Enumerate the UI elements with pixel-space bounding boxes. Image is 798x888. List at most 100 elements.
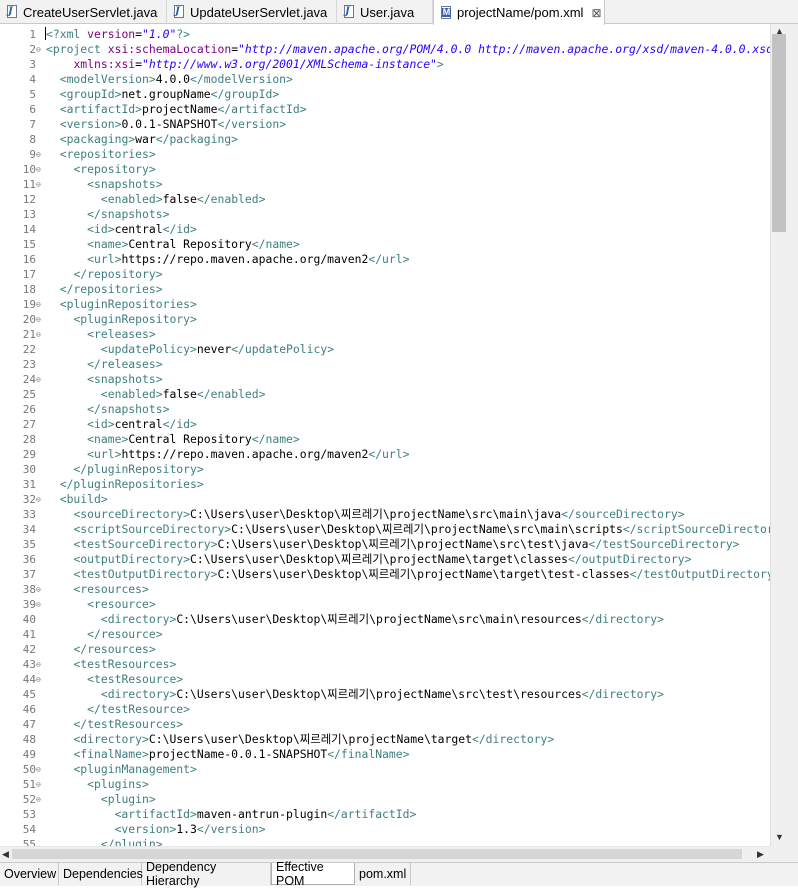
code-line[interactable]: </pluginRepositories> [46, 477, 204, 492]
code-line[interactable]: <testResources> [46, 657, 176, 672]
code-line[interactable]: <resource> [46, 597, 156, 612]
tab-dependencies[interactable]: Dependencies [59, 863, 143, 885]
code-line[interactable]: <groupId>net.groupName</groupId> [46, 87, 279, 102]
code-line[interactable]: <directory>C:\Users\user\Desktop\찌르레기\pr… [46, 687, 664, 702]
code-area[interactable]: <?xml version="1.0"?> <project xsi:schema… [44, 24, 770, 862]
code-line[interactable]: <pluginManagement> [46, 762, 196, 777]
code-line[interactable]: <artifactId>maven-antrun-plugin</artifac… [46, 807, 417, 822]
code-token: </modelVersion> [190, 72, 293, 86]
editor-tab-bar: J CreateUserServlet.java J UpdateUserSer… [0, 0, 798, 25]
code-line[interactable]: </testResource> [46, 702, 190, 717]
tab-pom-xml-source[interactable]: pom.xml [355, 863, 411, 885]
code-line[interactable]: <updatePolicy>never</updatePolicy> [46, 342, 334, 357]
code-line[interactable]: </releases> [46, 357, 162, 372]
code-line[interactable]: <outputDirectory>C:\Users\user\Desktop\찌… [46, 552, 691, 567]
code-line[interactable]: <?xml version="1.0"?> [46, 27, 190, 42]
code-line[interactable]: <enabled>false</enabled> [46, 387, 266, 402]
line-number: 54 [22, 823, 36, 836]
code-line[interactable]: <project xsi:schemaLocation="http://mave… [46, 42, 770, 57]
fold-toggle-icon[interactable]: ⊖ [36, 177, 44, 192]
close-icon[interactable]: ⊠ [591, 6, 601, 20]
fold-toggle-icon[interactable]: ⊖ [36, 597, 44, 612]
code-line[interactable]: </pluginRepository> [46, 462, 203, 477]
scroll-right-arrow-icon[interactable]: ▶ [757, 849, 764, 860]
code-token: </name> [251, 432, 300, 446]
horizontal-scroll-thumb[interactable] [12, 849, 742, 859]
code-line[interactable]: xmlns:xsi="http://www.w3.org/2001/XMLSch… [46, 57, 443, 72]
code-line[interactable]: <modelVersion>4.0.0</modelVersion> [46, 72, 293, 87]
scroll-down-arrow-icon[interactable]: ▼ [775, 832, 784, 842]
code-line[interactable]: <directory>C:\Users\user\Desktop\찌르레기\pr… [46, 732, 554, 747]
code-line[interactable]: <snapshots> [46, 177, 162, 192]
code-line[interactable]: <testOutputDirectory>C:\Users\user\Deskt… [46, 567, 770, 582]
line-number: 7 [29, 118, 36, 131]
code-line[interactable]: <name>Central Repository</name> [46, 432, 300, 447]
fold-toggle-icon[interactable]: ⊖ [36, 777, 44, 792]
code-line[interactable]: <id>central</id> [46, 222, 197, 237]
fold-toggle-icon[interactable]: ⊖ [36, 372, 44, 387]
code-token: </enabled> [196, 192, 266, 206]
fold-toggle-icon[interactable]: ⊖ [36, 657, 44, 672]
code-line[interactable]: <plugin> [46, 792, 156, 807]
code-line[interactable]: </resource> [46, 627, 162, 642]
fold-toggle-icon[interactable]: ⊖ [36, 762, 44, 777]
tab-dependency-hierarchy[interactable]: Dependency Hierarchy [142, 860, 271, 888]
code-line[interactable]: </repositories> [46, 282, 163, 297]
code-line[interactable]: </snapshots> [46, 402, 169, 417]
fold-toggle-icon[interactable]: ⊖ [36, 42, 44, 57]
code-line[interactable]: <pluginRepository> [46, 312, 197, 327]
code-line[interactable]: <testResource> [46, 672, 183, 687]
code-line[interactable]: <scriptSourceDirectory>C:\Users\user\Des… [46, 522, 770, 537]
fold-toggle-icon[interactable]: ⊖ [36, 147, 44, 162]
code-line[interactable]: <resources> [46, 582, 148, 597]
code-line[interactable]: <pluginRepositories> [46, 297, 197, 312]
code-line[interactable]: </testResources> [46, 717, 183, 732]
code-line[interactable]: <name>Central Repository</name> [46, 237, 300, 252]
fold-toggle-icon[interactable]: ⊖ [36, 327, 44, 342]
fold-toggle-icon[interactable]: ⊖ [36, 492, 44, 507]
code-line[interactable]: <version>0.0.1-SNAPSHOT</version> [46, 117, 286, 132]
fold-toggle-icon[interactable]: ⊖ [36, 672, 44, 687]
code-line[interactable]: <build> [46, 492, 108, 507]
tab-user-java[interactable]: J User.java [337, 0, 433, 24]
code-line[interactable]: <repository> [46, 162, 155, 177]
code-line[interactable]: <packaging>war</packaging> [46, 132, 238, 147]
code-line[interactable]: </snapshots> [46, 207, 169, 222]
line-number: 43 [22, 658, 36, 671]
code-token: <pluginRepository> [73, 312, 197, 326]
code-line[interactable]: <id>central</id> [46, 417, 197, 432]
code-token: </id> [162, 417, 197, 431]
line-number: 33 [22, 508, 36, 521]
code-line[interactable]: <snapshots> [46, 372, 162, 387]
code-line[interactable]: <finalName>projectName-0.0.1-SNAPSHOT</f… [46, 747, 409, 762]
xml-editor[interactable]: 1 2 ⊖ 3 4 5 6 7 8 9 ⊖ 10 ⊖ 11 ⊖ 12 13 14 15 16 17 18 19 ⊖ 20 ⊖ 21 ⊖… [0, 24, 798, 862]
vertical-scroll-thumb[interactable] [772, 34, 786, 232]
code-line[interactable]: <url>https://repo.maven.apache.org/maven… [46, 252, 409, 267]
fold-toggle-icon[interactable]: ⊖ [36, 162, 44, 177]
code-line[interactable]: <releases> [46, 327, 156, 342]
code-line[interactable]: <plugins> [46, 777, 149, 792]
code-line[interactable]: <repositories> [46, 147, 156, 162]
fold-toggle-icon[interactable]: ⊖ [36, 297, 44, 312]
tab-pom-xml[interactable]: M projectName/pom.xml ⊠ [433, 0, 605, 25]
code-line[interactable]: <enabled>false</enabled> [46, 192, 266, 207]
tab-overview[interactable]: Overview [0, 863, 59, 885]
scroll-left-arrow-icon[interactable]: ◀ [2, 849, 9, 860]
code-line[interactable]: <artifactId>projectName</artifactId> [46, 102, 307, 117]
fold-toggle-icon[interactable]: ⊖ [36, 582, 44, 597]
tab-effective-pom[interactable]: Effective POM [271, 860, 355, 888]
fold-toggle-icon[interactable]: ⊖ [36, 312, 44, 327]
fold-toggle-icon[interactable]: ⊖ [36, 792, 44, 807]
code-line[interactable]: </repository> [46, 267, 162, 282]
code-line[interactable]: <version>1.3</version> [46, 822, 266, 837]
code-line[interactable]: <directory>C:\Users\user\Desktop\찌르레기\pr… [46, 612, 664, 627]
tab-create-user-servlet[interactable]: J CreateUserServlet.java [0, 0, 167, 24]
code-line[interactable]: </resources> [46, 642, 155, 657]
code-line[interactable]: <testSourceDirectory>C:\Users\user\Deskt… [46, 537, 739, 552]
code-line[interactable]: <sourceDirectory>C:\Users\user\Desktop\찌… [46, 507, 684, 522]
code-line[interactable]: <url>https://repo.maven.apache.org/maven… [46, 447, 409, 462]
tab-update-user-servlet[interactable]: J UpdateUserServlet.java [167, 0, 337, 24]
